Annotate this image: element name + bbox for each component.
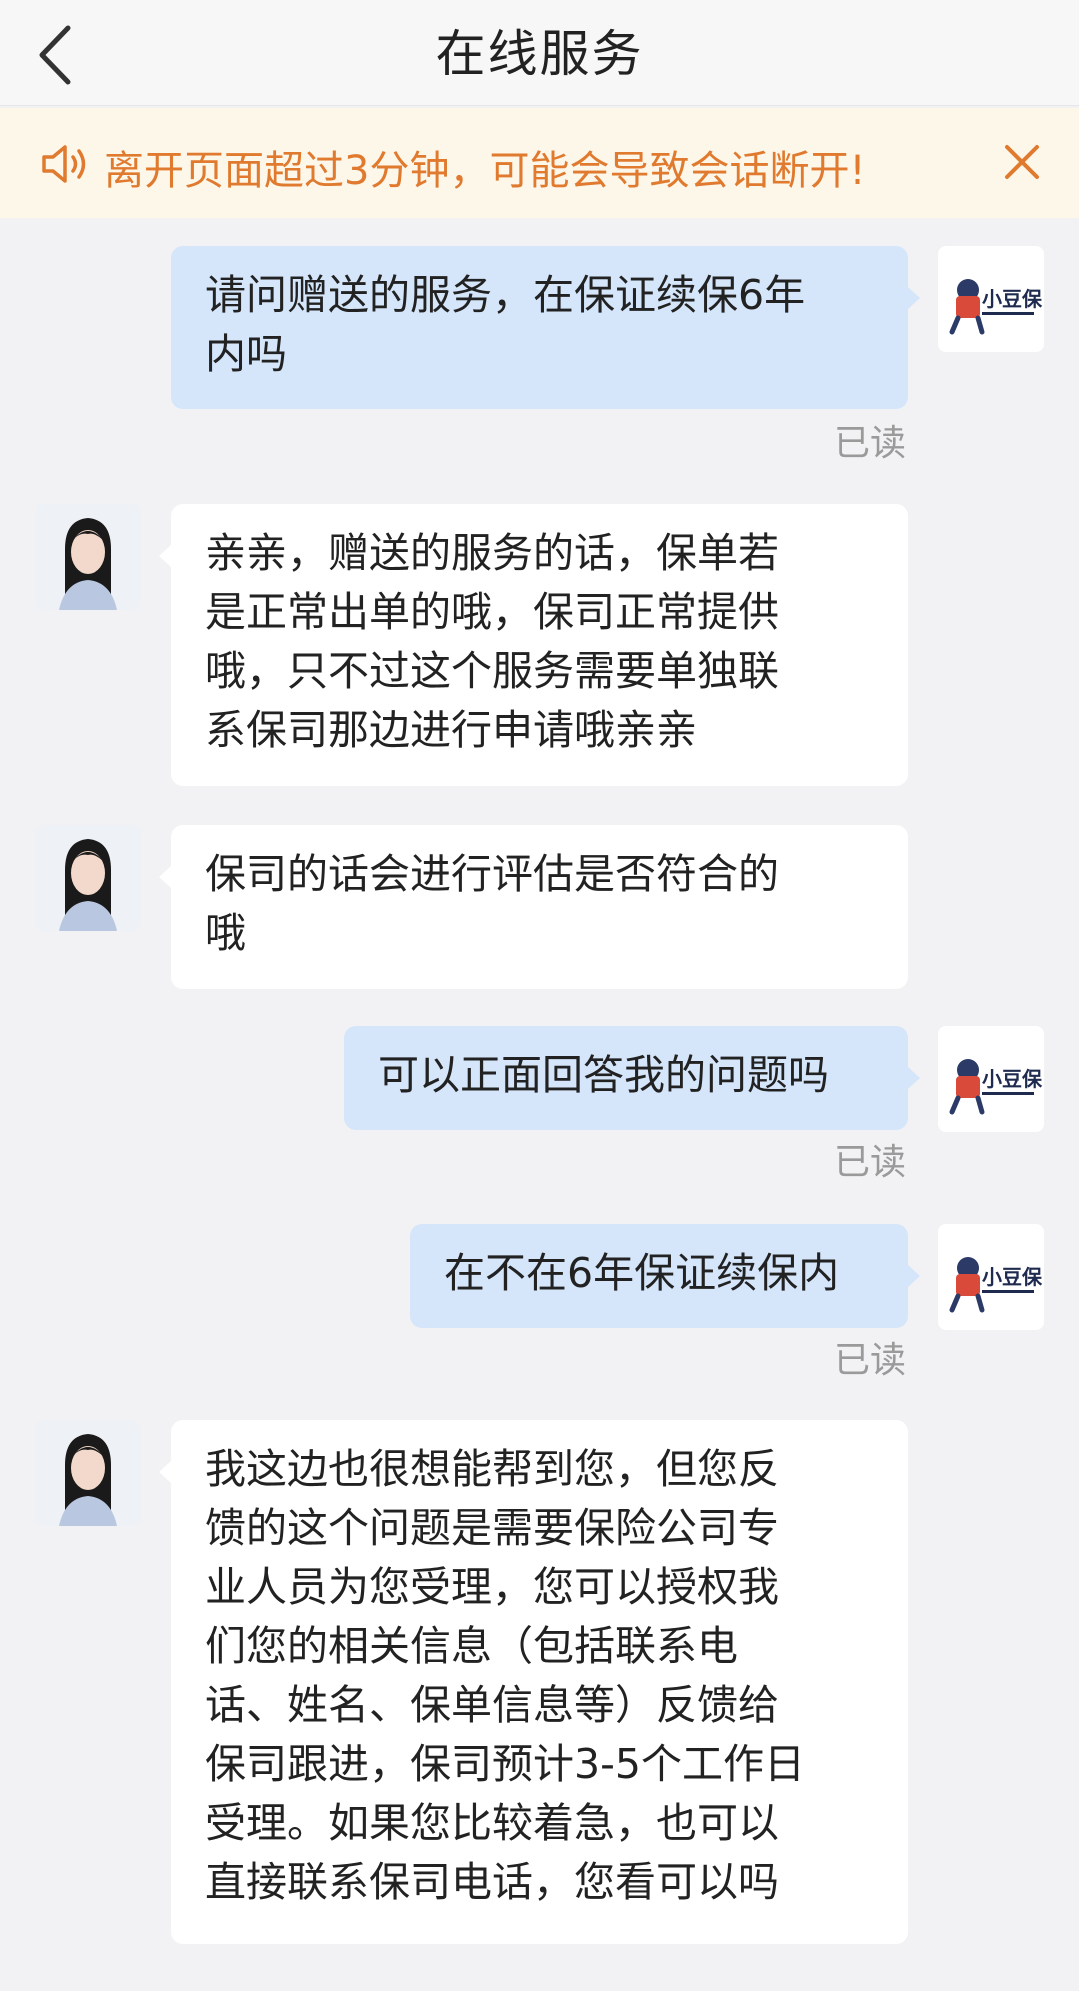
message-line: 内吗 [205,330,287,378]
message-line: 系保司那边进行申请哦亲亲 [205,706,697,754]
agent-message-bubble[interactable]: 我这边也很想能帮到您，但您反 馈的这个问题是需要保险公司专 业人员为您受理，您可… [171,1420,908,1944]
message-line: 可以正面回答我的问题吗 [378,1051,829,1099]
message-line: 哦，只不过这个服务需要单独联 [205,647,779,695]
brand-logo-text: 小豆保 [982,288,1043,311]
message-line: 直接联系保司电话，您看可以吗 [205,1858,779,1906]
brand-logo-icon: 小豆保 [949,279,1043,335]
user-message-bubble[interactable]: 请问赠送的服务，在保证续保6年 内吗 [171,246,908,409]
bubble-tail [159,866,171,888]
disconnect-notice-banner: 离开页面超过3分钟，可能会导致会话断开! [0,108,1079,218]
agent-message-bubble[interactable]: 保司的话会进行评估是否符合的 哦 [171,825,908,989]
message-line: 哦 [205,909,246,957]
message-line: 们您的相关信息（包括联系电 [205,1622,738,1670]
user-message-bubble[interactable]: 可以正面回答我的问题吗 [344,1026,908,1130]
bubble-tail [908,1265,920,1287]
bubble-tail [159,1461,171,1483]
agent-avatar[interactable] [35,504,141,610]
agent-message-bubble[interactable]: 亲亲，赠送的服务的话，保单若 是正常出单的哦，保司正常提供 哦，只不过这个服务需… [171,504,908,786]
brand-logo-text: 小豆保 [982,1068,1043,1091]
message-line: 在不在6年保证续保内 [444,1249,840,1297]
notice-text: 离开页面超过3分钟，可能会导致会话断开! [104,148,866,194]
speaker-icon [42,145,86,183]
message-line: 保司的话会进行评估是否符合的 [205,850,779,898]
read-status: 已读 [834,1340,907,1381]
agent-photo-icon [35,504,141,610]
agent-avatar[interactable] [35,1420,141,1526]
agent-photo-icon [35,825,141,931]
bubble-tail [159,545,171,567]
user-avatar[interactable]: 小豆保 [938,246,1044,352]
page-title: 在线服务 [435,25,644,83]
message-line: 保司跟进，保司预计3-5个工作日 [205,1740,805,1788]
message-line: 馈的这个问题是需要保险公司专 [205,1504,779,1552]
brand-logo-text: 小豆保 [982,1266,1043,1289]
message-line: 是正常出单的哦，保司正常提供 [205,588,779,636]
user-message-bubble[interactable]: 在不在6年保证续保内 [410,1224,908,1328]
agent-avatar[interactable] [35,825,141,931]
brand-logo-icon: 小豆保 [949,1257,1043,1313]
bubble-tail [908,1067,920,1089]
message-line: 话、姓名、保单信息等）反馈给 [205,1681,779,1729]
message-line: 受理。如果您比较着急，也可以 [205,1799,779,1847]
nav-bar: 在线服务 [0,0,1079,106]
message-line: 业人员为您受理，您可以授权我 [205,1563,779,1611]
message-line: 我这边也很想能帮到您，但您反 [205,1445,779,1493]
user-avatar[interactable]: 小豆保 [938,1026,1044,1132]
bubble-tail [908,287,920,309]
read-status: 已读 [834,1142,907,1183]
user-avatar[interactable]: 小豆保 [938,1224,1044,1330]
read-status: 已读 [834,423,907,464]
message-line: 请问赠送的服务，在保证续保6年 [205,271,806,319]
agent-photo-icon [35,1420,141,1526]
brand-logo-icon: 小豆保 [949,1059,1043,1115]
message-line: 亲亲，赠送的服务的话，保单若 [205,529,779,577]
close-icon [1005,145,1039,179]
notice-close-button[interactable] [1000,140,1044,184]
